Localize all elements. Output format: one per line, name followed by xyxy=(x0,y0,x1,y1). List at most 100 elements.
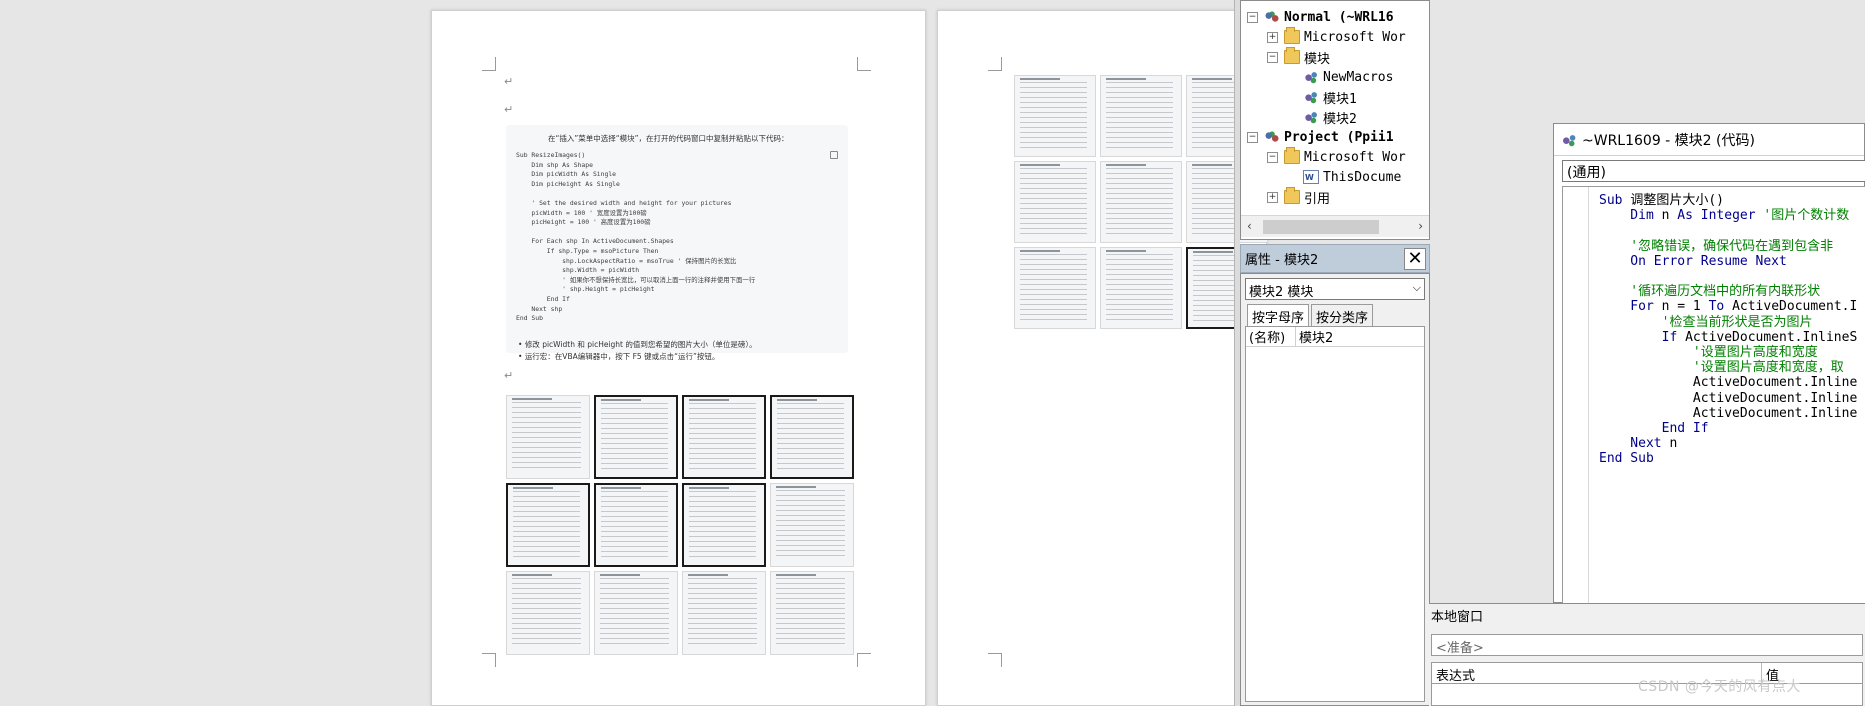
word-page-2 xyxy=(937,10,1268,706)
margin-corner-top-right xyxy=(857,57,871,71)
code-token: ActiveDocument.InlineS xyxy=(1685,329,1858,345)
image-thumbnail[interactable] xyxy=(770,571,854,655)
tree-node-word-objects[interactable]: + Microsoft Wor xyxy=(1267,27,1406,47)
close-icon[interactable]: ✕ xyxy=(1404,248,1426,270)
margin-corner-bottom-right xyxy=(857,653,871,667)
folder-icon xyxy=(1284,47,1300,64)
locals-title: 本地窗口 xyxy=(1431,610,1484,625)
paragraph-mark: ↵ xyxy=(504,103,514,116)
image-thumbnail[interactable] xyxy=(682,483,766,567)
code-token: '图片个数计数 xyxy=(1763,208,1850,224)
code-object-select[interactable]: (通用) xyxy=(1562,160,1865,182)
image-thumbnail[interactable] xyxy=(594,571,678,655)
code-token: If xyxy=(1599,329,1686,345)
tree-node-references[interactable]: + 引用 xyxy=(1267,187,1330,207)
image-thumbnail[interactable] xyxy=(770,395,854,479)
folder-icon xyxy=(1284,27,1300,44)
image-thumbnail[interactable] xyxy=(506,483,590,567)
collapse-icon[interactable]: − xyxy=(1247,131,1258,143)
image-thumbnail[interactable] xyxy=(1100,247,1182,329)
code-token: ActiveDocument.Inline xyxy=(1692,390,1858,406)
collapse-icon[interactable]: − xyxy=(1267,51,1278,63)
paragraph-mark: ↵ xyxy=(504,75,514,88)
module-icon xyxy=(1303,110,1319,124)
margin-corner-top-left xyxy=(482,57,496,71)
image-thumbnail[interactable] xyxy=(682,395,766,479)
image-thumbnail[interactable] xyxy=(1100,75,1182,157)
word-page-1: ↵ ↵ 在“插入”菜单中选择“模块”，在打开的代码窗口中复制并粘贴以下代码： S… xyxy=(431,10,926,706)
editor-background xyxy=(1430,0,1553,603)
image-thumbnail[interactable] xyxy=(770,483,854,567)
code-token: ActiveDocument.Inline xyxy=(1692,405,1858,421)
instruction-bullets: • 修改 picWidth 和 picHeight 的值到您希望的图片大小（单位… xyxy=(518,339,757,363)
image-thumbnail[interactable] xyxy=(1100,161,1182,243)
collapse-icon[interactable]: − xyxy=(1267,151,1278,163)
code-token: n xyxy=(1669,436,1678,452)
collapse-icon[interactable]: − xyxy=(1247,11,1258,23)
image-thumbnail-grid xyxy=(1014,75,1268,329)
module-icon xyxy=(1560,132,1578,147)
code-token: n xyxy=(1661,208,1678,224)
scroll-left-icon[interactable]: ‹ xyxy=(1247,219,1252,233)
tree-node-module2[interactable]: 模块2 xyxy=(1303,107,1357,127)
code-editor-text[interactable]: Sub 调整图片大小() Dim n As Integer '图片个数计数 '忽… xyxy=(1599,193,1857,467)
margin-corner-bottom-left xyxy=(482,653,496,667)
project-explorer: − Normal (~WRL16 + Microsoft Wor − 模块 Ne… xyxy=(1240,0,1430,240)
tree-node-modules-folder[interactable]: − 模块 xyxy=(1267,47,1330,67)
image-thumbnail[interactable] xyxy=(506,571,590,655)
code-window-titlebar: ~WRL1609 - 模块2 (代码) xyxy=(1554,124,1864,156)
code-window: ~WRL1609 - 模块2 (代码) (通用) Sub 调整图片大小() Di… xyxy=(1553,123,1865,604)
code-token: '忽略错误，确保代码在遇到包含非 xyxy=(1630,238,1834,254)
image-thumbnail[interactable] xyxy=(506,395,590,479)
tree-node-word-objects[interactable]: − Microsoft Wor xyxy=(1267,147,1406,167)
tree-node-newmacros[interactable]: NewMacros xyxy=(1303,67,1393,87)
margin-corner-top-left xyxy=(988,57,1002,71)
margin-corner-bottom-left xyxy=(988,653,1002,667)
properties-object-select[interactable]: 模块2 模块 ⌵ xyxy=(1245,278,1425,300)
expand-icon[interactable]: + xyxy=(1267,31,1278,43)
image-thumbnail[interactable] xyxy=(1014,161,1096,243)
property-row-name[interactable]: (名称) 模块2 xyxy=(1246,327,1424,347)
locals-context: <准备> xyxy=(1431,634,1863,656)
code-token: n = 1 xyxy=(1661,299,1709,315)
tree-node-ppii-project[interactable]: − Project (Ppii1 xyxy=(1247,127,1394,147)
code-token: To xyxy=(1708,299,1733,315)
image-thumbnail[interactable] xyxy=(594,483,678,567)
paragraph-mark: ↵ xyxy=(504,369,514,382)
code-token: '设置图片高度和宽度，取 xyxy=(1692,360,1844,376)
image-thumbnail[interactable] xyxy=(594,395,678,479)
project-tree: − Normal (~WRL16 + Microsoft Wor − 模块 Ne… xyxy=(1241,1,1429,215)
image-thumbnail[interactable] xyxy=(682,571,766,655)
tree-node-normal-project[interactable]: − Normal (~WRL16 xyxy=(1247,7,1394,27)
chevron-down-icon[interactable]: ⌵ xyxy=(1413,281,1421,295)
code-token: Dim xyxy=(1599,208,1662,224)
word-document-icon xyxy=(1303,170,1319,184)
tree-node-module1[interactable]: 模块1 xyxy=(1303,87,1357,107)
properties-grid: (名称) 模块2 xyxy=(1245,326,1425,702)
scrollbar-thumb[interactable] xyxy=(1263,220,1379,234)
code-token: '循环遍历文档中的所有内联形状 xyxy=(1630,284,1821,300)
image-thumbnail[interactable] xyxy=(1014,75,1096,157)
copy-icon[interactable] xyxy=(830,151,838,159)
folder-icon xyxy=(1284,187,1300,204)
code-token: '检查当前形状是否为图片 xyxy=(1661,314,1813,330)
code-token: ActiveDocument.Inline xyxy=(1692,375,1858,391)
properties-title: 属性 - 模块2 xyxy=(1245,253,1319,268)
expand-icon[interactable]: + xyxy=(1267,191,1278,203)
image-thumbnail[interactable] xyxy=(1014,247,1096,329)
code-token: End If xyxy=(1661,421,1709,437)
tree-node-thisdocument[interactable]: ThisDocume xyxy=(1303,167,1401,187)
code-window-title: ~WRL1609 - 模块2 (代码) xyxy=(1582,132,1755,149)
code-token: On Error Resume Next xyxy=(1630,253,1787,269)
code-token: 调整图片大小() xyxy=(1630,193,1724,208)
horizontal-scrollbar[interactable]: ‹ › xyxy=(1241,215,1429,237)
code-editor[interactable]: Sub 调整图片大小() Dim n As Integer '图片个数计数 '忽… xyxy=(1562,186,1865,604)
code-token: ActiveDocument.I xyxy=(1732,299,1858,315)
folder-icon xyxy=(1284,147,1300,164)
scroll-right-icon[interactable]: › xyxy=(1418,219,1423,233)
intro-bullet-text: 在“插入”菜单中选择“模块”，在打开的代码窗口中复制并粘贴以下代码： xyxy=(548,134,789,143)
code-token: Next xyxy=(1599,436,1670,452)
module-icon xyxy=(1303,70,1319,84)
image-thumbnail-grid xyxy=(506,395,854,655)
bullet-item: • 运行宏：在VBA编辑器中，按下 F5 键或点击“运行”按钮。 xyxy=(518,352,720,361)
